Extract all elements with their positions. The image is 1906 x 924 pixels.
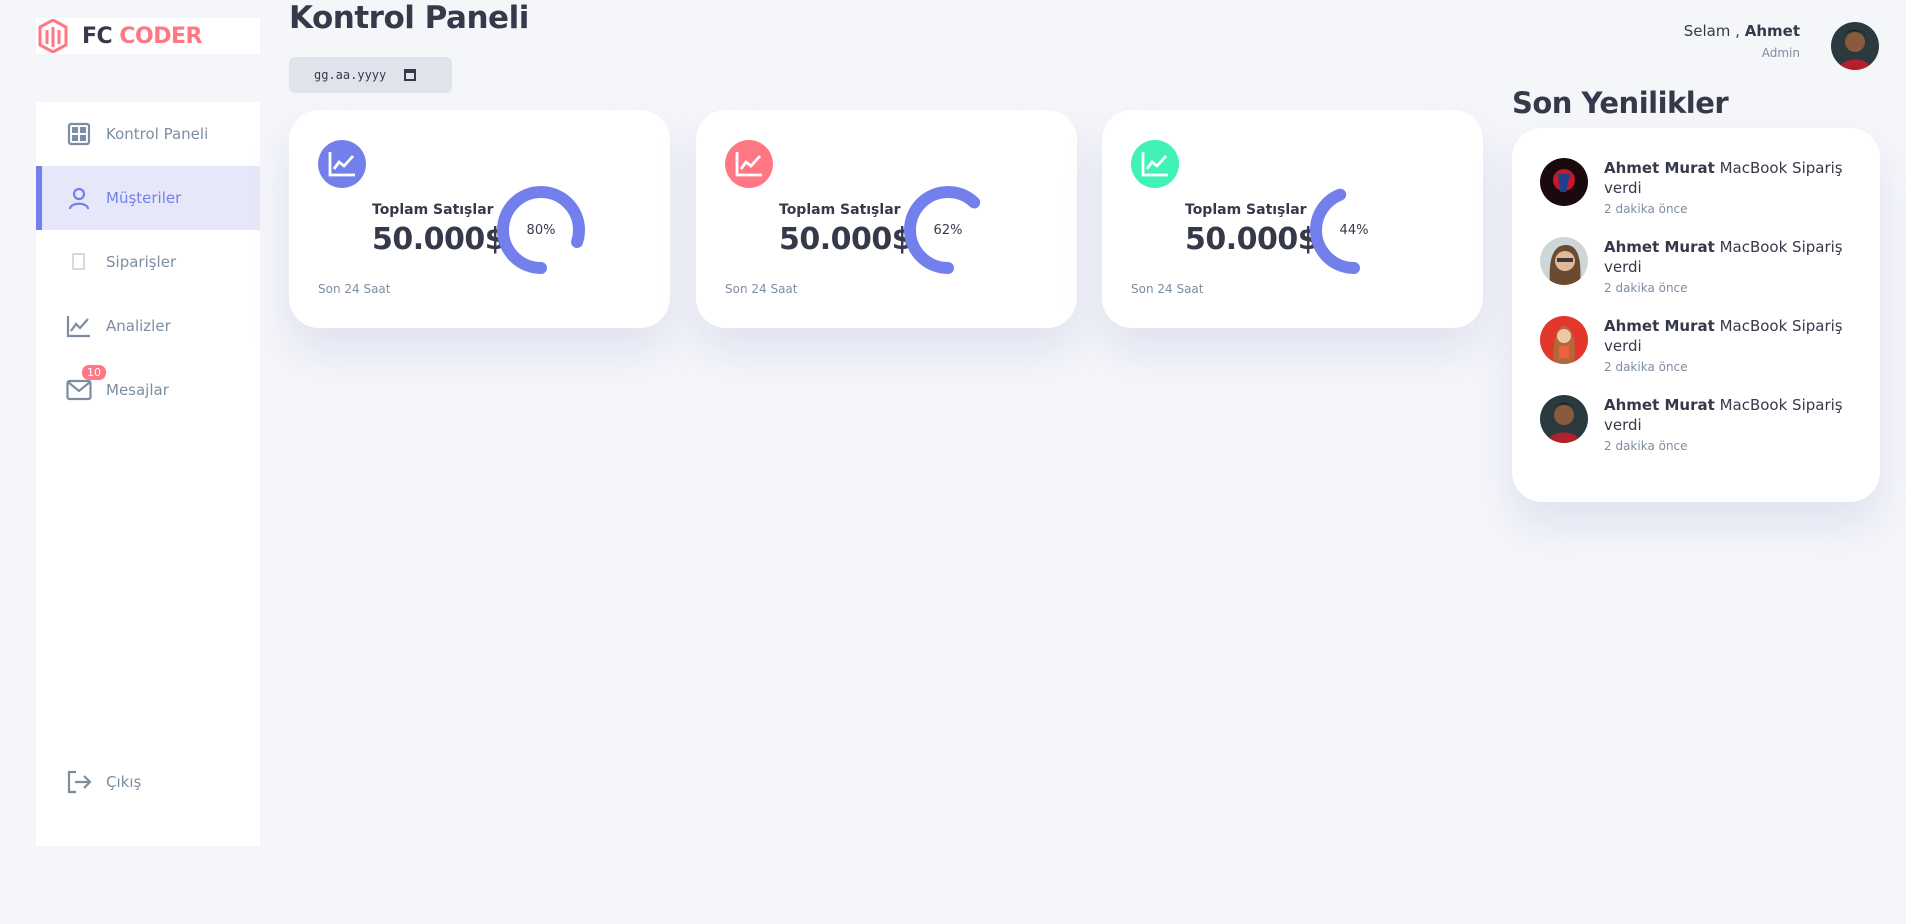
greeting-prefix: Selam , (1683, 22, 1740, 40)
date-input[interactable]: gg.aa.yyyy (289, 57, 452, 93)
calendar-icon[interactable] (404, 69, 417, 81)
card-percent: 62% (933, 222, 963, 238)
update-time: 2 dakika önce (1604, 202, 1688, 216)
update-avatar (1540, 158, 1588, 206)
update-item[interactable]: Ahmet Murat MacBook Sipariş verdi 2 daki… (1540, 316, 1860, 386)
sidebar-item-label: Siparişler (106, 253, 177, 271)
update-text: Ahmet Murat MacBook Sipariş verdi (1604, 395, 1844, 435)
update-user: Ahmet Murat (1604, 317, 1715, 335)
brand-shield-icon (38, 19, 68, 53)
card-percent: 80% (526, 222, 556, 238)
sidebar-item-analizler[interactable]: Analizler (36, 294, 260, 358)
receipt-icon (66, 249, 92, 275)
update-user: Ahmet Murat (1604, 238, 1715, 256)
sidebar-item-label: Mesajlar (106, 381, 169, 399)
user-name: Ahmet (1744, 22, 1800, 40)
brand-logo[interactable]: FC CODER (36, 18, 260, 54)
update-text: Ahmet Murat MacBook Sipariş verdi (1604, 158, 1844, 198)
update-item[interactable]: Ahmet Murat MacBook Sipariş verdi 2 daki… (1540, 395, 1860, 465)
chart-icon (66, 313, 92, 339)
sales-card: Toplam Satışlar 50.000$ 80% Son 24 Saat (289, 110, 670, 328)
card-amount: 50.000$ (1185, 222, 1319, 257)
analytics-icon (1131, 140, 1179, 188)
sidebar-item-cikis[interactable]: Çıkış (36, 750, 260, 814)
sidebar: Kontrol Paneli Müşteriler Siparişler Ana… (36, 102, 260, 846)
update-avatar (1540, 316, 1588, 364)
grid-icon (66, 121, 92, 147)
updates-title: Son Yenilikler (1512, 86, 1729, 120)
update-avatar (1540, 237, 1588, 285)
update-item[interactable]: Ahmet Murat MacBook Sipariş verdi 2 daki… (1540, 237, 1860, 307)
update-avatar (1540, 395, 1588, 443)
analytics-icon (318, 140, 366, 188)
profile-avatar[interactable] (1831, 22, 1879, 70)
analytics-icon (725, 140, 773, 188)
update-time: 2 dakika önce (1604, 360, 1688, 374)
sidebar-item-label: Analizler (106, 317, 171, 335)
message-count-badge: 10 (82, 365, 106, 380)
card-amount: 50.000$ (372, 222, 506, 257)
sales-card: Toplam Satışlar 50.000$ 44% Son 24 Saat (1102, 110, 1483, 328)
greeting: Selam , Ahmet (1684, 22, 1800, 40)
updates-panel: Ahmet Murat MacBook Sipariş verdi 2 daki… (1512, 128, 1880, 502)
card-period: Son 24 Saat (318, 282, 391, 296)
update-user: Ahmet Murat (1604, 396, 1715, 414)
card-label: Toplam Satışlar (1185, 202, 1307, 218)
update-time: 2 dakika önce (1604, 281, 1688, 295)
logout-icon (66, 769, 92, 795)
update-user: Ahmet Murat (1604, 159, 1715, 177)
card-amount: 50.000$ (779, 222, 913, 257)
brand-name-part1: FC (82, 23, 113, 49)
brand-name: FC CODER (82, 24, 202, 49)
mail-icon: 10 (66, 365, 106, 403)
update-text: Ahmet Murat MacBook Sipariş verdi (1604, 316, 1844, 356)
card-period: Son 24 Saat (1131, 282, 1204, 296)
sidebar-item-siparisler[interactable]: Siparişler (36, 230, 260, 294)
date-placeholder: gg.aa.yyyy (314, 68, 387, 82)
sales-card: Toplam Satışlar 50.000$ 62% Son 24 Saat (696, 110, 1077, 328)
sidebar-item-label: Kontrol Paneli (106, 125, 209, 143)
card-label: Toplam Satışlar (779, 202, 901, 218)
sidebar-item-kontrol-paneli[interactable]: Kontrol Paneli (36, 102, 260, 166)
update-text: Ahmet Murat MacBook Sipariş verdi (1604, 237, 1844, 277)
update-time: 2 dakika önce (1604, 439, 1688, 453)
sidebar-item-label: Müşteriler (106, 189, 182, 207)
update-item[interactable]: Ahmet Murat MacBook Sipariş verdi 2 daki… (1540, 158, 1860, 228)
person-icon (66, 185, 92, 211)
card-period: Son 24 Saat (725, 282, 798, 296)
sidebar-item-mesajlar[interactable]: 10 Mesajlar (36, 358, 260, 422)
user-role: Admin (1761, 46, 1800, 60)
card-percent: 44% (1339, 222, 1369, 238)
sidebar-item-musteriler[interactable]: Müşteriler (36, 166, 260, 230)
brand-name-part2: CODER (119, 23, 202, 49)
sidebar-item-label: Çıkış (106, 773, 142, 791)
page-title: Kontrol Paneli (289, 0, 529, 36)
card-label: Toplam Satışlar (372, 202, 494, 218)
